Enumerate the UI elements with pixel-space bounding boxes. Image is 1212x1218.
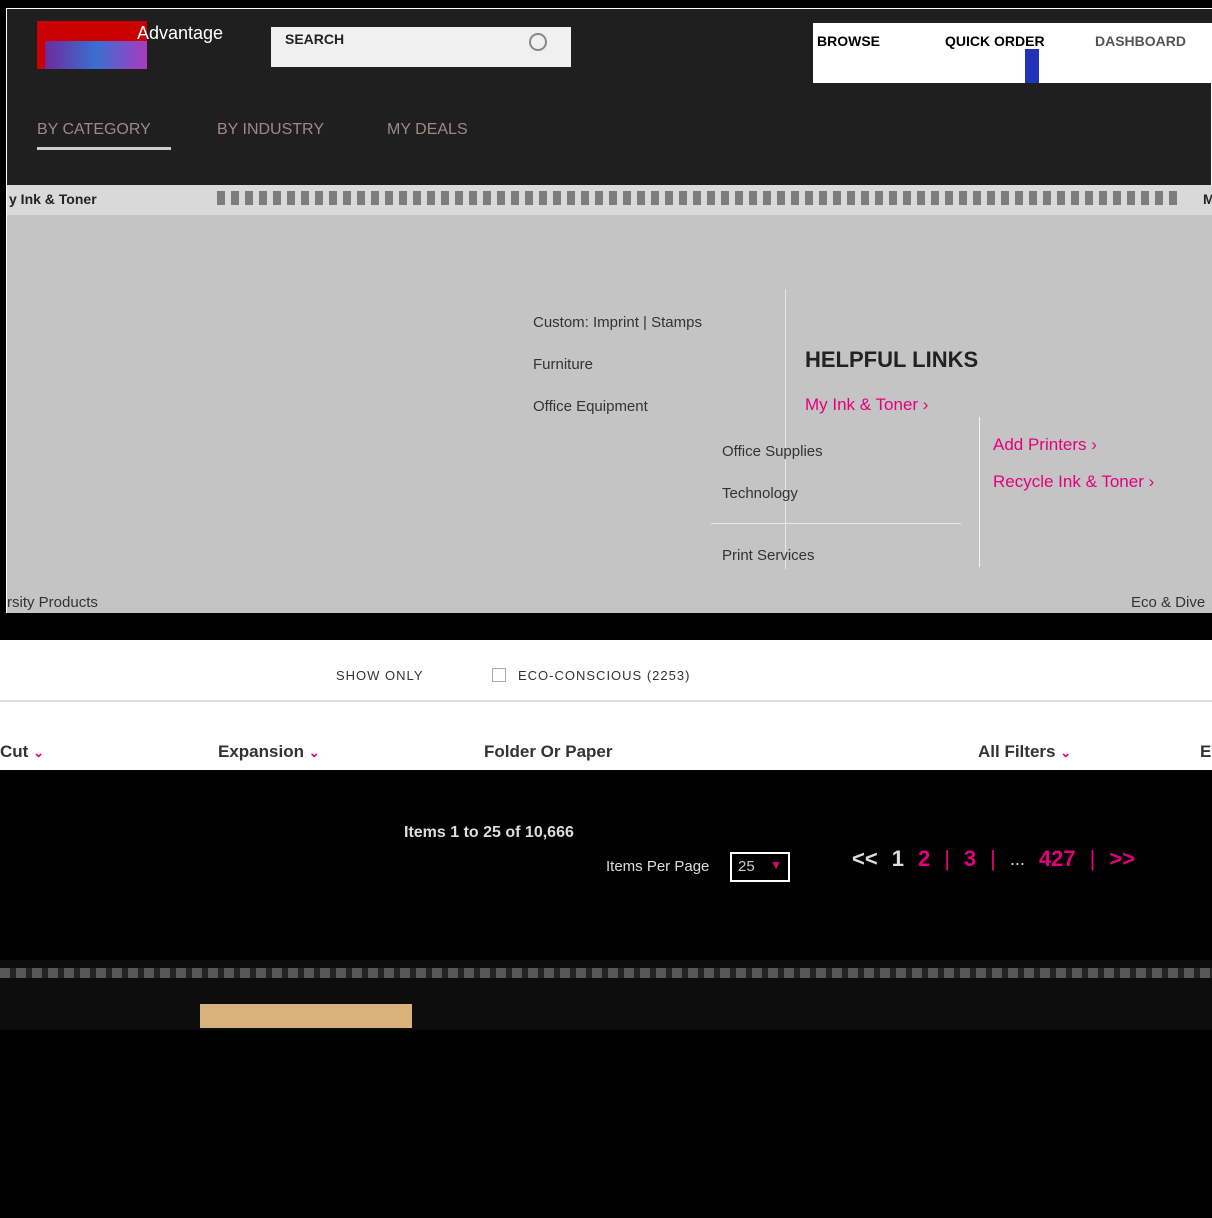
menu-item-technology[interactable]: Technology [722,485,798,502]
chevron-down-icon: ⌄ [33,745,44,760]
menu-item-office-equipment[interactable]: Office Equipment [533,398,648,415]
quick-order-link[interactable]: QUICK ORDER [945,33,1045,49]
pager-separator: | [990,846,996,871]
menu-item-furniture[interactable]: Furniture [533,356,593,373]
filter-cut[interactable]: Cut ⌄ [0,742,44,762]
chevron-down-icon: ▼ [770,858,782,872]
menu-item-diversity-products[interactable]: rsity Products [7,594,98,611]
prev-page-button[interactable]: << [852,846,878,872]
items-per-page-select[interactable]: 25 ▼ [730,852,790,882]
next-page-button[interactable]: >> [1109,846,1135,872]
divider [979,417,980,567]
chevron-down-icon: ⌄ [1060,745,1072,760]
menu-item-custom[interactable]: Custom: Imprint | Stamps [533,314,702,331]
page-last[interactable]: 427 [1039,846,1076,872]
pager-separator: | [1089,846,1096,871]
browse-link[interactable]: BROWSE [817,33,880,49]
tab-by-industry[interactable]: BY INDUSTRY [217,121,324,139]
column-divider [785,289,786,569]
advantage-wordmark: Advantage [137,23,224,43]
search-label: SEARCH [285,31,345,47]
link-recycle-ink-toner[interactable]: Recycle Ink & Toner › [993,472,1154,492]
logo-stripe [45,41,147,69]
filter-expansion[interactable]: Expansion ⌄ [218,742,320,762]
product-image-folder[interactable] [200,1004,412,1028]
link-my-ink-toner[interactable]: My Ink & Toner › [805,395,928,415]
top-nav [813,23,1212,83]
menu-item-eco-diversity[interactable]: Eco & Dive [1131,594,1205,611]
dashboard-link[interactable]: DASHBOARD [1095,33,1186,49]
eco-conscious-checkbox[interactable] [492,668,506,682]
items-per-page-label: Items Per Page [606,858,710,875]
filter-all-filters[interactable]: All Filters ⌄ [978,742,1071,762]
filter-partial[interactable]: E [1200,742,1211,762]
menu-item-office-supplies[interactable]: Office Supplies [722,443,823,460]
show-only-label: SHOW ONLY [336,668,424,683]
product-row-noise [0,968,1212,978]
divider [0,700,1212,702]
divider [711,523,961,524]
eco-conscious-label[interactable]: ECO-CONSCIOUS (2253) [518,668,690,683]
helpful-links-column [785,271,1212,571]
page-1: 1 [891,846,904,871]
tab-by-category[interactable]: BY CATEGORY [37,121,151,139]
pagination: << 1 2 | 3 | ... 427 | >> [852,846,1135,872]
page-3[interactable]: 3 [964,846,976,872]
menu-item-print-services[interactable]: Print Services [722,547,815,564]
search-icon[interactable] [529,33,547,51]
nav-highlight [1025,49,1039,83]
chevron-down-icon: ⌄ [308,745,320,760]
filter-folder-or-paper[interactable]: Folder Or Paper [484,742,612,762]
mega-menu: Advantage SEARCH BROWSE QUICK ORDER DASH… [6,8,1212,613]
items-count: Items 1 to 25 of 10,666 [404,824,574,841]
tab-my-deals[interactable]: MY DEALS [387,121,468,139]
category-strip-right[interactable]: M [1203,191,1212,207]
ink-toner-tab[interactable]: y Ink & Toner [9,191,97,207]
category-strip-items [217,191,1177,205]
link-add-printers[interactable]: Add Printers › [993,435,1097,455]
pager-ellipsis: ... [1009,848,1025,869]
page-2[interactable]: 2 [918,846,930,872]
pager-separator: | [944,846,950,871]
helpful-links-title: HELPFUL LINKS [805,347,979,372]
active-tab-underline [37,147,171,150]
